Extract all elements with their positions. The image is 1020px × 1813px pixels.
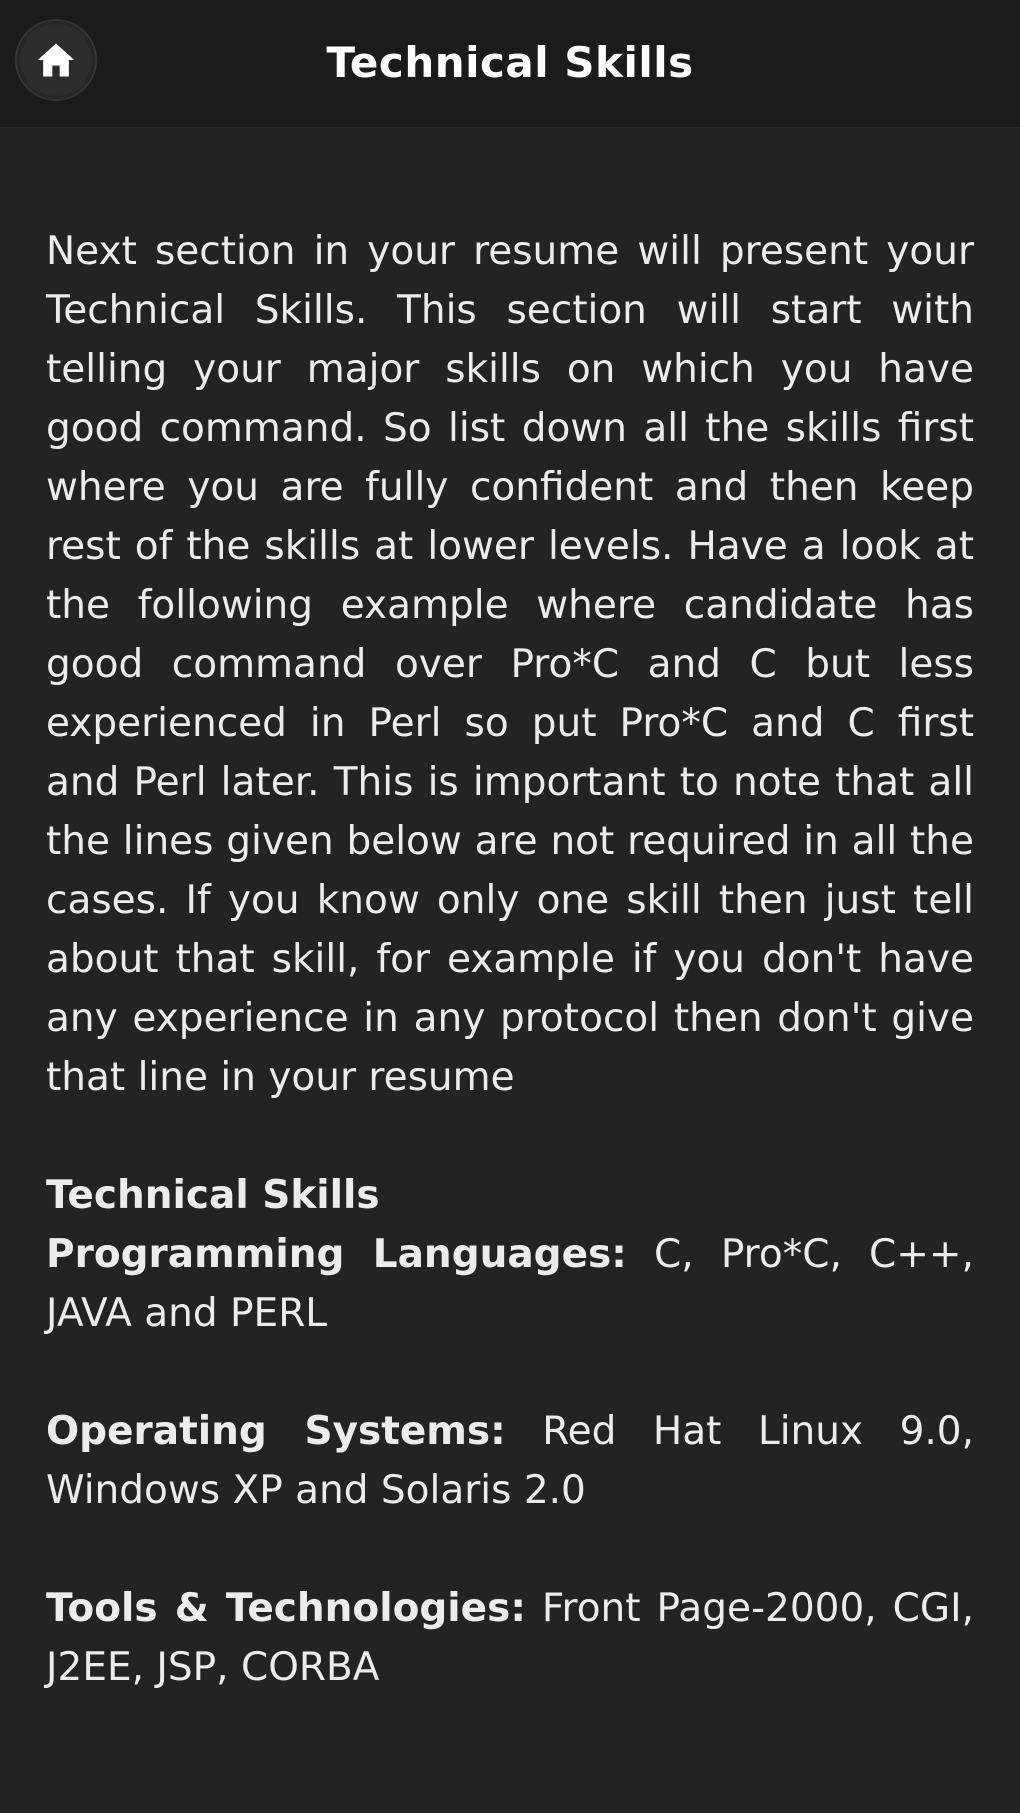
article-body: Next section in your resume will present… (46, 222, 974, 1697)
skill-label: Programming Languages: (46, 1232, 627, 1277)
skills-heading: Technical Skills (46, 1173, 380, 1218)
skill-label: Operating Systems: (46, 1409, 506, 1454)
page-title: Technical Skills (326, 38, 694, 87)
skill-row-programming-languages: Programming Languages: C, Pro*C, C++, JA… (46, 1225, 974, 1343)
intro-paragraph: Next section in your resume will present… (46, 229, 974, 1100)
skill-label: Tools & Technologies: (46, 1586, 526, 1631)
skills-section: Technical Skills Programming Languages: … (46, 1166, 974, 1697)
skill-row-operating-systems: Operating Systems: Red Hat Linux 9.0, Wi… (46, 1402, 974, 1520)
app-header: Technical Skills (0, 0, 1020, 128)
skill-row-tools-technologies: Tools & Technologies: Front Page-2000, C… (46, 1579, 974, 1697)
